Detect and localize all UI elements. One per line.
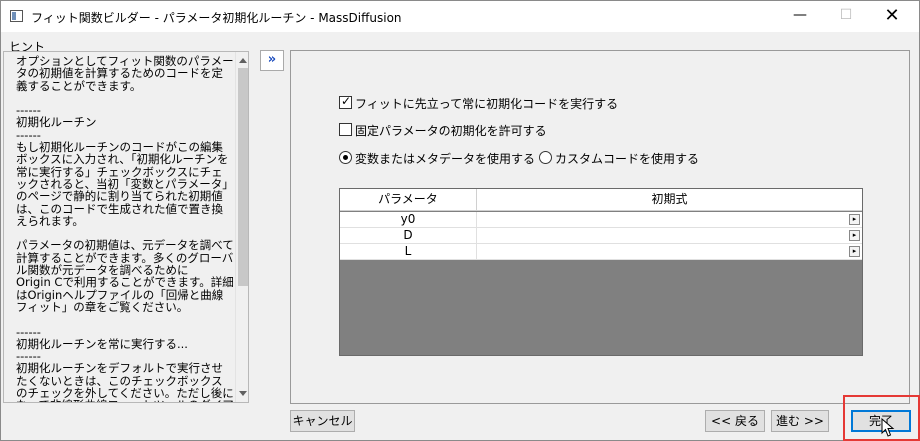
table-row[interactable]: D ▸ (340, 228, 862, 244)
hint-panel: オプションとしてフィット関数のパラメータの初期値を計算するためのコードを定義する… (3, 51, 249, 403)
checkbox-unchecked-icon[interactable] (339, 123, 352, 136)
grid-header: パラメータ 初期式 (340, 189, 862, 211)
init-expr-cell[interactable] (477, 228, 862, 244)
param-init-grid: パラメータ 初期式 y0 ▸ D ▸ L ▸ (339, 188, 863, 356)
title-bar: フィット関数ビルダー - パラメータ初期化ルーチン - MassDiffusio… (1, 1, 919, 32)
close-button[interactable]: ✕ (869, 1, 915, 32)
column-header-param[interactable]: パラメータ (340, 189, 477, 211)
scroll-thumb[interactable] (238, 68, 248, 286)
row-arrow-icon[interactable]: ▸ (849, 214, 860, 225)
row-arrow-icon[interactable]: ▸ (849, 246, 860, 257)
allow-fixed-init-label: 固定パラメータの初期化を許可する (355, 124, 547, 138)
scroll-down-icon[interactable] (239, 391, 247, 396)
init-settings-panel: フィットに先立って常に初期化コードを実行する 固定パラメータの初期化を許可する … (290, 50, 910, 404)
dialog-window: フィット関数ビルダー - パラメータ初期化ルーチン - MassDiffusio… (0, 0, 920, 441)
maximize-button: ☐ (839, 7, 853, 23)
window-title: フィット関数ビルダー - パラメータ初期化ルーチン - MassDiffusio… (31, 11, 402, 25)
scroll-up-icon[interactable] (239, 58, 247, 63)
table-row[interactable]: L ▸ (340, 244, 862, 260)
table-row[interactable]: y0 ▸ (340, 212, 862, 228)
always-run-init-label: フィットに先立って常に初期化コードを実行する (355, 97, 619, 111)
checkbox-checked-icon[interactable] (339, 94, 352, 109)
hint-scrollbar[interactable] (235, 52, 248, 402)
param-name-cell: y0 (340, 212, 477, 228)
next-button[interactable]: 進む >> (771, 410, 829, 432)
init-expr-cell[interactable] (477, 244, 862, 260)
use-custom-code-label: カスタムコードを使用する (555, 152, 700, 166)
cancel-button[interactable]: キャンセル (290, 410, 355, 432)
mouse-cursor-icon (881, 418, 895, 437)
hint-text: オプションとしてフィット関数のパラメータの初期値を計算するためのコードを定義する… (16, 54, 234, 402)
column-header-expr[interactable]: 初期式 (477, 189, 862, 211)
init-expr-cell[interactable] (477, 212, 862, 228)
radio-selected-icon[interactable] (339, 151, 352, 164)
minimize-button[interactable]: — (777, 1, 823, 32)
param-name-cell: D (340, 228, 477, 244)
use-vars-metadata-label: 変数またはメタデータを使用する (355, 152, 536, 166)
param-name-cell: L (340, 244, 477, 260)
row-arrow-icon[interactable]: ▸ (849, 230, 860, 241)
app-icon (10, 10, 23, 22)
back-button[interactable]: << 戻る (705, 410, 765, 432)
radio-unselected-icon[interactable] (539, 151, 552, 164)
expand-hint-button[interactable]: » (260, 50, 284, 71)
